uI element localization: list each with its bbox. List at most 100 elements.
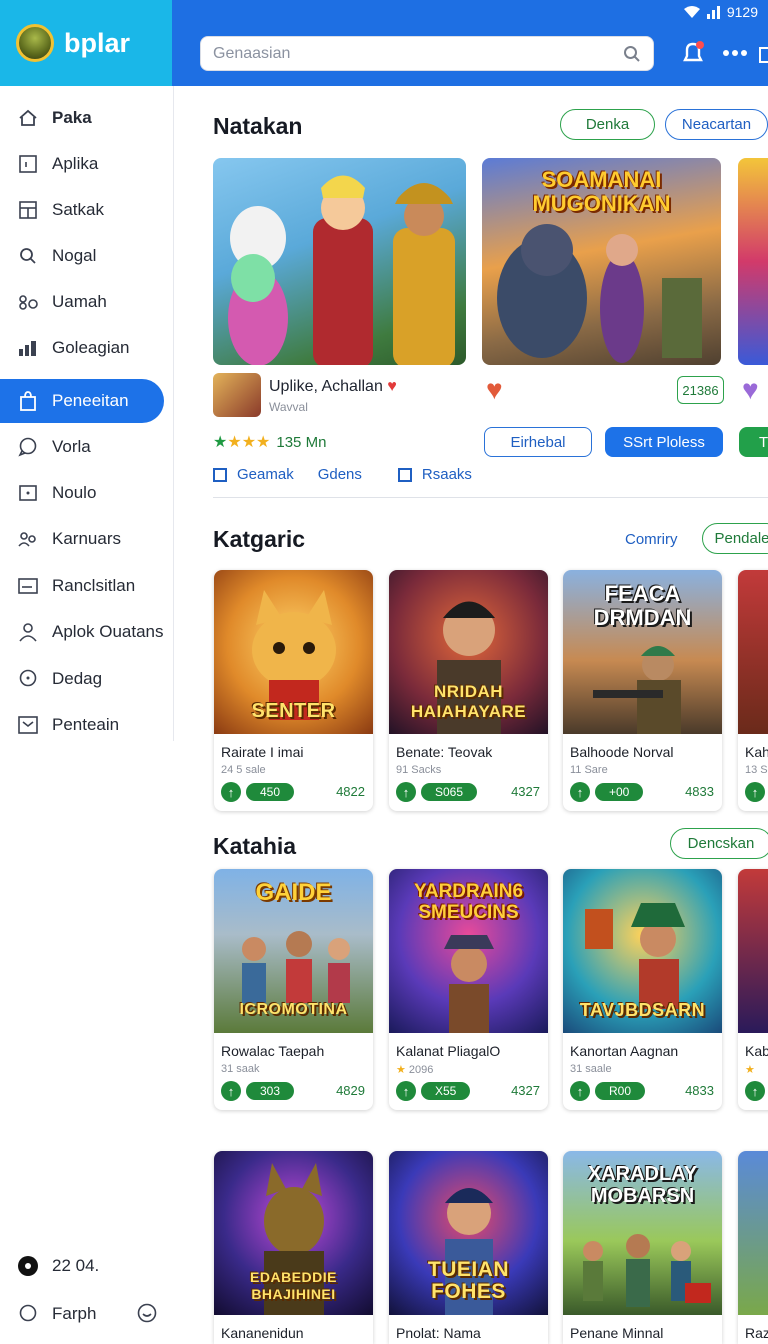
arrow-up-icon[interactable]: ↑	[396, 1081, 416, 1101]
featured-app-title-text: Uplike, Achallan	[269, 378, 383, 395]
card-price[interactable]: X55	[421, 1082, 471, 1100]
card-name: Kanortan Aagnan	[570, 1043, 679, 1059]
featured-link-3[interactable]: Rsaaks	[422, 466, 472, 483]
game-card[interactable]: FEACA DRMDAN Balhoode Norval 11 Sare ↑ +…	[563, 570, 722, 811]
second-button-1[interactable]: Eirhebal	[484, 427, 592, 457]
sidebar-item-vorla[interactable]: Vorla	[0, 425, 164, 469]
sidebar-item-satkak[interactable]: Satkak	[0, 188, 164, 232]
featured-button-1[interactable]: Denka	[560, 109, 655, 140]
card-name: Raz	[745, 1325, 768, 1341]
search-input[interactable]	[213, 44, 623, 63]
card-price[interactable]: 303	[246, 1082, 295, 1100]
menu-button[interactable]	[752, 38, 768, 68]
sidebar-item-peneeitan[interactable]: Peneeitan	[0, 379, 164, 423]
arrow-up-icon[interactable]: ↑	[570, 782, 590, 802]
star-icon: ★	[213, 434, 228, 451]
section-title-2: Katahia	[213, 833, 297, 859]
sidebar-item-label: Paka	[52, 108, 92, 127]
featured-app-icon[interactable]	[213, 373, 261, 417]
card-price[interactable]: +00	[595, 783, 644, 801]
arrow-up-icon[interactable]: ↑	[221, 1081, 241, 1101]
star-icon: ★	[227, 434, 242, 451]
game-card[interactable]: TUEIAN FOHES Pnolat: Nama	[389, 1151, 548, 1344]
arrow-up-icon[interactable]: ↑	[745, 782, 765, 802]
search-bar[interactable]	[200, 36, 654, 71]
arrow-up-icon[interactable]: ↑	[570, 1081, 590, 1101]
game-card[interactable]: TAVJBDSARN Kanortan Aagnan 31 saale ↑ R0…	[563, 869, 722, 1110]
section-title-1: Katgaric	[213, 526, 306, 552]
star-icon: ★	[396, 1064, 409, 1076]
card-name: Kalanat PliagalO	[396, 1043, 501, 1059]
smile-icon[interactable]	[136, 1303, 158, 1325]
featured-rating: ★ ★ ★ ★ 135 Mn	[213, 432, 326, 452]
detective-art	[444, 935, 494, 1033]
game-card[interactable]: Raz	[738, 1151, 768, 1344]
second-button-2[interactable]: SSrt Ploless	[605, 427, 723, 457]
square-icon	[18, 154, 38, 174]
sidebar-item-label: Penteain	[52, 715, 120, 734]
sidebar-item-ranclsitlan[interactable]: Ranclsitlan	[0, 564, 164, 608]
brand[interactable]: bplar	[0, 0, 172, 86]
sidebar-item-search[interactable]: Nogal	[0, 234, 164, 278]
sidebar-item-label: Satkak	[52, 200, 104, 219]
game-card[interactable]: YARDRAIN6 SMEUCINS Kalanat PliagalO ★ 20…	[389, 869, 548, 1110]
card-name: Rowalac Taepah	[221, 1043, 325, 1059]
game-card[interactable]: GAIDE ICROMOTINA Rowalac Taepah 31 saak …	[214, 869, 373, 1110]
arrow-up-icon[interactable]: ↑	[221, 782, 241, 802]
game-card[interactable]: NRIDAH HAIAHAYARE Benate: Teovak 91 Sack…	[389, 570, 548, 811]
featured-link-1[interactable]: Geamak	[237, 466, 294, 483]
card-name: Balhoode Norval	[570, 744, 674, 760]
featured-links: Geamak Gdens Rsaaks	[213, 466, 472, 483]
sidebar-item-label: Ranclsitlan	[52, 576, 136, 595]
game-card[interactable]: SENTER Rairate I imai 24 5 sale ↑ 450 48…	[214, 570, 373, 811]
search-icon[interactable]	[623, 45, 641, 63]
section-1-action-1[interactable]: Comriry	[625, 531, 678, 548]
sidebar-item-noulo[interactable]: Noulo	[0, 471, 164, 515]
game-card[interactable]: EDABEDDIE BHAJIHINEI Kananenidun	[214, 1151, 373, 1344]
sidebar-item-home[interactable]: Paka	[0, 96, 164, 140]
chart-icon	[18, 338, 38, 358]
sidebar-item-uamah[interactable]: Uamah	[0, 280, 164, 324]
featured-link-2[interactable]: Gdens	[318, 466, 362, 483]
card-price[interactable]: R00	[595, 1082, 646, 1100]
game-card[interactable]: Kah 13 S ↑	[738, 570, 768, 811]
chat-icon	[18, 1304, 38, 1324]
sidebar-item-dedag[interactable]: Dedag	[0, 657, 164, 701]
arrow-up-icon[interactable]: ↑	[745, 1081, 765, 1101]
card-price[interactable]: S065	[421, 783, 478, 801]
sidebar-item-aplok-ouatans[interactable]: Aplok Ouatans	[0, 610, 164, 654]
card-art: FEACA DRMDAN	[563, 570, 722, 734]
featured-banner-third[interactable]	[738, 158, 768, 365]
sidebar-item-label: Vorla	[52, 437, 91, 456]
sidebar-item-karnuars[interactable]: Karnuars	[0, 517, 164, 561]
game-card[interactable]: XARADLAY MOBARSN Penane Minnal	[563, 1151, 722, 1344]
featured-banner-main[interactable]	[213, 158, 466, 365]
sidebar-item-label: Noulo	[52, 483, 97, 502]
card-name: Pnolat: Nama	[396, 1325, 481, 1341]
featured-banner-second[interactable]: SOAMANAI MUGONIKAN	[482, 158, 721, 365]
star-icon: ★	[745, 1064, 755, 1076]
chat-icon	[18, 669, 38, 689]
square-icon	[397, 467, 412, 482]
card-name: Kah	[745, 744, 768, 760]
featured-button-2[interactable]: Neacartan	[665, 109, 768, 140]
card-price[interactable]: 450	[246, 783, 295, 801]
sidebar-item-apps[interactable]: Aplika	[0, 142, 164, 186]
sidebar-item-penteain[interactable]: Penteain	[0, 703, 164, 747]
sidebar-account[interactable]: Farph	[18, 1303, 158, 1325]
section-1-action-2[interactable]: Pendale	[702, 523, 768, 554]
status-bar: 9129	[683, 4, 758, 20]
arrow-up-icon[interactable]: ↑	[396, 782, 416, 802]
sidebar-item-label: Aplok Ouatans	[52, 622, 164, 641]
top-bar: bplar 9129	[0, 0, 768, 86]
chat-icon	[18, 437, 38, 457]
featured-app-title[interactable]: Uplike, Achallan ♥	[269, 378, 397, 396]
notification-button[interactable]	[678, 38, 708, 68]
third-button[interactable]: T	[739, 427, 768, 457]
game-card[interactable]: Kab ★ ↑	[738, 869, 768, 1110]
section-2-action-1[interactable]: Dencskan	[670, 828, 768, 859]
card-sub: 31 saale	[570, 1063, 612, 1075]
card-score: 4822	[336, 784, 365, 799]
more-button[interactable]	[720, 38, 750, 68]
sidebar-item-goleagian[interactable]: Goleagian	[0, 326, 164, 370]
